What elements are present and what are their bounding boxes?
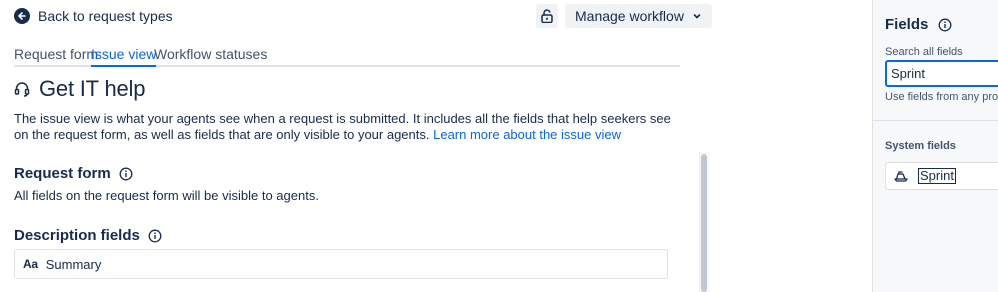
fields-panel-title-row: Fields: [885, 16, 952, 33]
chevron-down-icon: [693, 14, 701, 19]
system-fields-label: System fields: [885, 140, 956, 152]
field-label: Summary: [45, 256, 102, 272]
back-link-label: Back to request types: [38, 8, 173, 24]
search-fields-label: Search all fields: [885, 46, 963, 58]
system-field-label: Sprint: [918, 168, 956, 184]
text-field-type-icon: Aa: [23, 257, 38, 271]
search-help-text: Use fields from any project: [885, 91, 998, 103]
description-fields-heading: Description fields: [14, 227, 140, 244]
manage-workflow-label: Manage workflow: [575, 8, 684, 24]
fields-panel-title: Fields: [885, 16, 929, 33]
tab-issue-view[interactable]: Issue view: [91, 46, 157, 67]
system-field-sprint[interactable]: Sprint: [885, 162, 998, 190]
headset-icon: [14, 82, 30, 97]
page-title-row: Get IT help: [14, 76, 145, 102]
unlock-button[interactable]: [536, 4, 558, 28]
manage-workflow-button[interactable]: Manage workflow: [565, 4, 712, 28]
info-icon[interactable]: [938, 18, 952, 32]
info-icon[interactable]: [119, 167, 133, 181]
page-description: The issue view is what your agents see w…: [14, 111, 684, 143]
info-icon[interactable]: [148, 229, 162, 243]
page-title: Get IT help: [39, 76, 146, 101]
request-form-heading: Request form: [14, 165, 111, 182]
tab-bar: Request form Issue view Workflow statuse…: [14, 46, 680, 67]
description-fields-heading-row: Description fields: [14, 227, 162, 244]
request-form-text: All fields on the request form will be v…: [14, 188, 319, 203]
sprint-icon: [894, 171, 908, 182]
request-form-heading-row: Request form: [14, 165, 133, 182]
panel-divider: [872, 120, 998, 121]
back-to-request-types-link[interactable]: Back to request types: [14, 8, 173, 24]
tab-request-form[interactable]: Request form: [14, 46, 98, 62]
scrollbar-thumb[interactable]: [701, 154, 707, 292]
arrow-left-icon: [14, 8, 30, 24]
unlock-icon: [541, 9, 553, 23]
field-row-summary[interactable]: Aa Summary: [14, 249, 668, 279]
tab-workflow-statuses[interactable]: Workflow statuses: [154, 46, 267, 62]
search-fields-input[interactable]: [885, 60, 998, 87]
learn-more-link[interactable]: Learn more about the issue view: [433, 127, 621, 142]
